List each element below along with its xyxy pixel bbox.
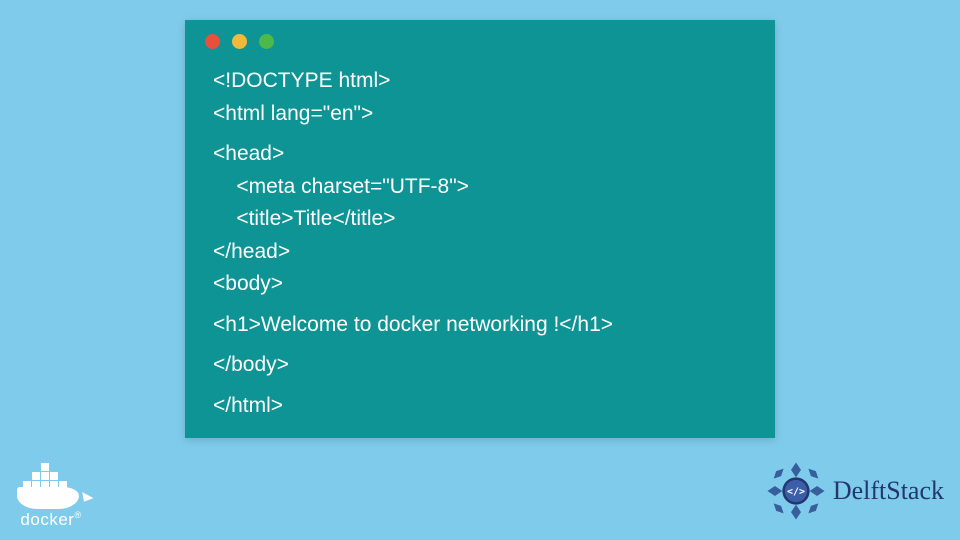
code-line: <body>: [213, 268, 747, 301]
delftstack-emblem-icon: </>: [765, 460, 827, 522]
code-gap: [213, 382, 747, 390]
close-icon[interactable]: [205, 34, 220, 49]
code-line: <html lang="en">: [213, 98, 747, 131]
code-line: <!DOCTYPE html>: [213, 65, 747, 98]
code-gap: [213, 130, 747, 138]
code-line: <head>: [213, 138, 747, 171]
docker-label: docker®: [20, 510, 81, 530]
docker-logo: docker®: [15, 469, 87, 530]
docker-whale-icon: [15, 469, 87, 509]
window-controls: [185, 20, 775, 57]
docker-reg: ®: [74, 510, 81, 520]
code-line: </head>: [213, 236, 747, 269]
delft-inner-text: </>: [787, 487, 805, 498]
code-gap: [213, 341, 747, 349]
code-line: </body>: [213, 349, 747, 382]
maximize-icon[interactable]: [259, 34, 274, 49]
code-line: <meta charset="UTF-8">: [213, 171, 747, 204]
code-gap: [213, 301, 747, 309]
code-line: <title>Title</title>: [213, 203, 747, 236]
delftstack-logo: </> DelftStack: [765, 460, 944, 522]
code-window: <!DOCTYPE html> <html lang="en"> <head> …: [185, 20, 775, 438]
docker-text: docker: [20, 510, 74, 529]
code-line: </html>: [213, 390, 747, 423]
code-line: <h1>Welcome to docker networking !</h1>: [213, 309, 747, 342]
minimize-icon[interactable]: [232, 34, 247, 49]
delftstack-label: DelftStack: [833, 476, 944, 506]
code-content: <!DOCTYPE html> <html lang="en"> <head> …: [185, 57, 775, 442]
